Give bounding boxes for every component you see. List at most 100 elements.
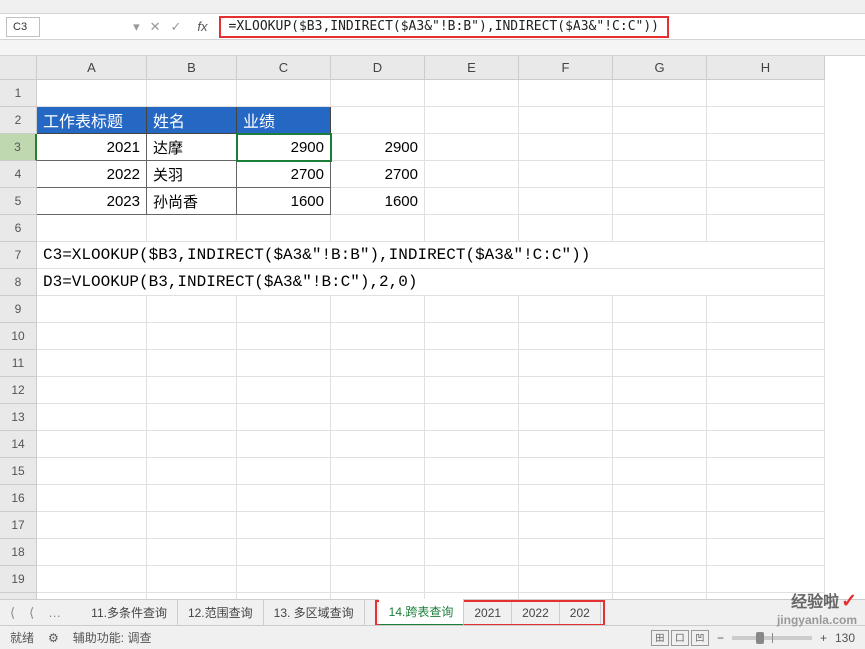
cell[interactable]: 2700	[331, 161, 425, 188]
cell[interactable]	[613, 296, 707, 323]
cell[interactable]	[425, 215, 519, 242]
col-header-E[interactable]: E	[425, 56, 519, 80]
row-header[interactable]: 16	[0, 485, 37, 512]
row-header[interactable]: 17	[0, 512, 37, 539]
cell[interactable]: 孙尚香	[147, 188, 237, 215]
cell[interactable]	[425, 107, 519, 134]
row-header[interactable]: 11	[0, 350, 37, 377]
cell[interactable]	[613, 485, 707, 512]
row-header[interactable]: 7	[0, 242, 37, 269]
sheet-tab[interactable]: 13. 多区域查询	[264, 600, 365, 625]
cell[interactable]	[425, 296, 519, 323]
select-all-corner[interactable]	[0, 56, 37, 80]
cell[interactable]	[147, 512, 237, 539]
cell[interactable]	[147, 296, 237, 323]
cell[interactable]	[237, 566, 331, 593]
cell[interactable]	[707, 134, 825, 161]
cell[interactable]	[331, 80, 425, 107]
row-header[interactable]: 2	[0, 107, 37, 134]
cell[interactable]	[237, 296, 331, 323]
cell[interactable]	[147, 566, 237, 593]
confirm-icon[interactable]: ✓	[168, 19, 185, 35]
cell[interactable]	[613, 431, 707, 458]
cell[interactable]: 2023	[37, 188, 147, 215]
cell[interactable]	[519, 458, 613, 485]
cell[interactable]	[707, 323, 825, 350]
row-header[interactable]: 18	[0, 539, 37, 566]
cell[interactable]	[613, 512, 707, 539]
cell[interactable]	[519, 188, 613, 215]
row-header[interactable]: 19	[0, 566, 37, 593]
cell[interactable]	[519, 431, 613, 458]
cell[interactable]	[37, 404, 147, 431]
cell[interactable]	[519, 377, 613, 404]
cell[interactable]	[707, 377, 825, 404]
cell[interactable]	[613, 134, 707, 161]
cell[interactable]	[425, 377, 519, 404]
cell[interactable]	[707, 485, 825, 512]
cell[interactable]	[237, 485, 331, 512]
cell[interactable]	[613, 458, 707, 485]
tab-first-icon[interactable]: ⟨	[6, 603, 19, 623]
cell[interactable]	[519, 107, 613, 134]
col-header-H[interactable]: H	[707, 56, 825, 80]
cell[interactable]	[147, 458, 237, 485]
cell[interactable]	[519, 296, 613, 323]
cell[interactable]: 关羽	[147, 161, 237, 188]
cell[interactable]	[37, 566, 147, 593]
sheet-tab[interactable]: 12.范围查询	[178, 600, 264, 625]
cell[interactable]	[237, 404, 331, 431]
cell[interactable]: 2700	[237, 161, 331, 188]
cell[interactable]	[147, 431, 237, 458]
cell[interactable]	[425, 188, 519, 215]
cell[interactable]	[519, 323, 613, 350]
cell[interactable]	[237, 458, 331, 485]
cell[interactable]	[613, 539, 707, 566]
cell[interactable]	[147, 80, 237, 107]
cell[interactable]	[37, 431, 147, 458]
cell[interactable]	[37, 539, 147, 566]
cell[interactable]	[613, 215, 707, 242]
cell[interactable]	[519, 539, 613, 566]
cell[interactable]	[519, 161, 613, 188]
formula-input[interactable]: =XLOOKUP($B3,INDIRECT($A3&"!B:B"),INDIRE…	[219, 16, 669, 38]
cell[interactable]	[331, 512, 425, 539]
cell[interactable]	[237, 539, 331, 566]
formula-text[interactable]: C3=XLOOKUP($B3,INDIRECT($A3&"!B:B"),INDI…	[37, 242, 825, 269]
view-break-icon[interactable]: 凹	[691, 630, 709, 646]
cell[interactable]	[707, 215, 825, 242]
cell[interactable]	[147, 323, 237, 350]
cell[interactable]: 2021	[37, 134, 147, 161]
sheet-tab[interactable]: 202	[560, 602, 601, 624]
zoom-in-icon[interactable]: +	[820, 631, 827, 645]
cell[interactable]	[37, 350, 147, 377]
col-header-B[interactable]: B	[147, 56, 237, 80]
accessibility-icon[interactable]: ⚙	[48, 631, 59, 645]
row-header[interactable]: 15	[0, 458, 37, 485]
cell[interactable]	[425, 161, 519, 188]
cell[interactable]	[707, 188, 825, 215]
data-area[interactable]: 工作表标题姓名业绩2021达摩290029002022关羽27002700202…	[37, 80, 865, 632]
cell[interactable]	[331, 431, 425, 458]
cell[interactable]	[707, 296, 825, 323]
name-box[interactable]: C3	[6, 17, 40, 37]
cell[interactable]	[519, 404, 613, 431]
col-header-G[interactable]: G	[613, 56, 707, 80]
row-header[interactable]: 13	[0, 404, 37, 431]
cell[interactable]	[425, 350, 519, 377]
cell[interactable]	[37, 215, 147, 242]
cell[interactable]	[707, 539, 825, 566]
row-header[interactable]: 14	[0, 431, 37, 458]
view-normal-icon[interactable]: 田	[651, 630, 669, 646]
cell[interactable]	[707, 107, 825, 134]
cell[interactable]	[331, 377, 425, 404]
col-header-C[interactable]: C	[237, 56, 331, 80]
cell[interactable]	[613, 323, 707, 350]
cell[interactable]	[237, 350, 331, 377]
dropdown-icon[interactable]: ▾	[130, 19, 143, 35]
cell[interactable]	[425, 80, 519, 107]
active-cell[interactable]: 2900	[237, 134, 331, 161]
cell[interactable]	[425, 323, 519, 350]
table-header[interactable]: 工作表标题	[37, 107, 147, 134]
cell[interactable]	[237, 512, 331, 539]
